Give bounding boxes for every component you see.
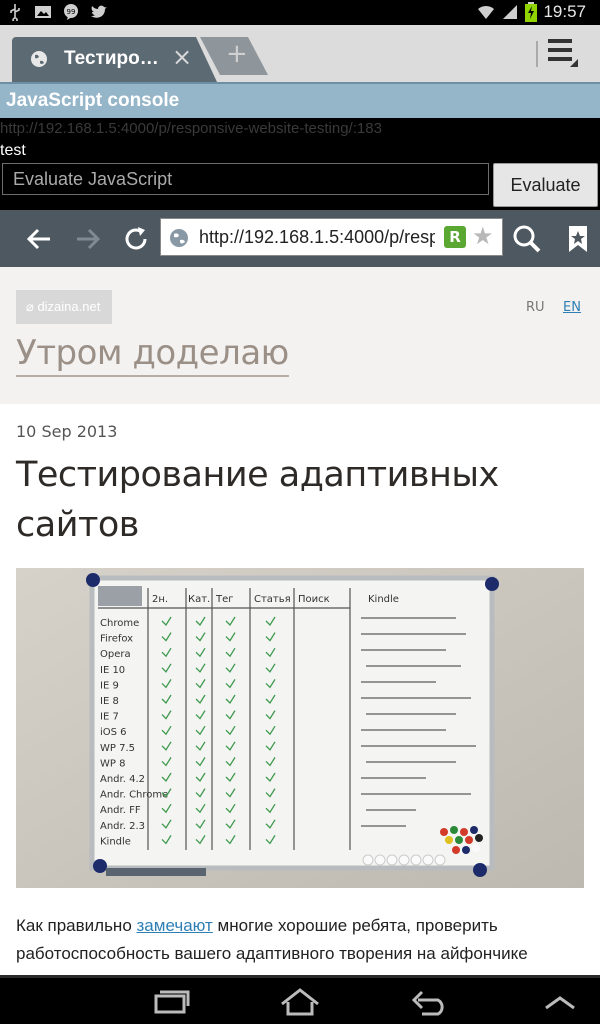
whiteboard-row-label: Firefox	[100, 634, 133, 645]
search-icon[interactable]	[510, 222, 544, 256]
magnet	[86, 573, 100, 587]
magnet	[93, 859, 107, 873]
browser-toolbar: http://192.168.1.5:4000/p/responsive-web…	[0, 210, 600, 267]
whiteboard-row-label: IE 8	[100, 696, 119, 707]
menu-button[interactable]	[548, 39, 578, 67]
system-navigation-bar	[0, 975, 600, 1024]
whiteboard-row-label: IE 9	[100, 680, 119, 691]
whiteboard-column-label: Kindle	[368, 594, 399, 605]
close-tab-icon[interactable]: ×	[172, 45, 192, 69]
home-icon[interactable]	[278, 986, 322, 1018]
whiteboard	[89, 575, 495, 871]
article-date: 10 Sep 2013	[16, 422, 118, 441]
magnet	[485, 577, 499, 591]
console-header: JavaScript console	[0, 82, 600, 118]
whiteboard-row-label: Andr. 4.2	[100, 774, 145, 785]
twitter-icon	[91, 5, 107, 18]
article-title: Тестирование адаптивных сайтов	[16, 455, 499, 545]
chat-icon: 99	[64, 4, 78, 20]
url-text[interactable]: http://192.168.1.5:4000/p/responsive-web…	[199, 227, 435, 248]
whiteboard-row-label: Andr. 2.3	[100, 821, 145, 832]
article-link[interactable]: замечают	[137, 916, 213, 935]
signal-icon	[503, 5, 518, 19]
globe-icon	[170, 229, 188, 247]
magnet	[473, 863, 487, 877]
notification-icons: 99	[6, 3, 108, 21]
article: 10 Sep 2013 Тестирование адаптивных сайт…	[0, 404, 600, 975]
whiteboard-column-label: Статья	[254, 594, 291, 605]
whiteboard-row-label: Andr. Chrome	[100, 790, 168, 801]
back-icon[interactable]	[408, 986, 452, 1018]
system-icons: 19:57	[477, 2, 586, 22]
whiteboard-row-label: WP 8	[100, 758, 125, 769]
forward-arrow-icon[interactable]	[71, 222, 105, 256]
language-en-link[interactable]: EN	[563, 300, 581, 315]
battery-charging-icon	[525, 2, 538, 22]
reload-icon[interactable]	[119, 222, 153, 256]
whiteboard-row-label: Kindle	[100, 836, 131, 847]
whiteboard-row-label: Opera	[100, 649, 131, 660]
extension-icon[interactable]: R	[444, 226, 466, 248]
site-header: ⌀ dizaina.net RU EN Утром доделаю	[0, 267, 600, 400]
web-page: ⌀ dizaina.net RU EN Утром доделаю 10 Sep…	[0, 267, 600, 975]
browser-tab-bar: Тестиро… × +	[0, 25, 600, 82]
eraser	[98, 586, 142, 606]
tab-active[interactable]: Тестиро… ×	[12, 37, 217, 82]
whiteboard-row-label: iOS 6	[100, 727, 127, 738]
whiteboard-row-label: Chrome	[100, 618, 139, 629]
language-ru-link[interactable]: RU	[526, 300, 545, 315]
image-icon	[35, 6, 51, 18]
whiteboard-photo: 2н. Кат. Тег Статья Поиск Kindle Chrome Firefo…	[16, 568, 584, 888]
bookmarks-icon[interactable]	[561, 222, 595, 256]
whiteboard-column-label: 2н.	[152, 594, 168, 605]
whiteboard-row-label: IE 10	[100, 665, 125, 676]
whiteboard-column-label: Кат.	[188, 594, 210, 605]
marker-tray	[106, 868, 206, 876]
tab-title: Тестиро…	[64, 48, 159, 69]
menu-icon	[548, 39, 572, 43]
whiteboard-row-label: IE 7	[100, 712, 119, 723]
divider	[536, 41, 538, 67]
console-panel: http://192.168.1.5:4000/p/responsive-web…	[0, 118, 600, 210]
console-output: test	[0, 142, 26, 159]
clock: 19:57	[543, 2, 586, 21]
chevron-up-icon[interactable]	[538, 986, 582, 1018]
recent-apps-icon[interactable]	[148, 986, 192, 1018]
status-bar: 99 19:57	[0, 0, 600, 25]
whiteboard-image: 2н. Кат. Тег Статья Поиск Kindle Chrome Firefo…	[16, 568, 584, 888]
whiteboard-column-label: Тег	[215, 594, 234, 605]
whiteboard-row-label: WP 7.5	[100, 743, 135, 754]
globe-icon	[31, 51, 47, 67]
whiteboard-column-label: Поиск	[298, 594, 330, 605]
site-logo[interactable]: ⌀ dizaina.net	[16, 290, 112, 324]
console-source-line: http://192.168.1.5:4000/p/responsive-web…	[0, 120, 382, 137]
article-paragraph: Как правильно замечают многие хорошие ре…	[16, 916, 528, 963]
usb-icon	[10, 4, 20, 21]
evaluate-javascript-input[interactable]	[2, 163, 489, 195]
evaluate-button[interactable]: Evaluate	[493, 163, 598, 207]
plus-icon: +	[226, 39, 248, 69]
back-arrow-icon[interactable]	[22, 222, 56, 256]
wifi-icon	[478, 5, 495, 19]
address-bar[interactable]: http://192.168.1.5:4000/p/responsive-web…	[160, 218, 503, 256]
overflow-corner-icon	[570, 59, 578, 67]
console-title: JavaScript console	[6, 90, 180, 111]
bookmark-star-icon[interactable]: ★	[472, 222, 494, 250]
blog-title-link[interactable]: Утром доделаю	[16, 333, 289, 377]
svg-text:99: 99	[67, 8, 76, 16]
whiteboard-row-label: Andr. FF	[100, 805, 141, 816]
